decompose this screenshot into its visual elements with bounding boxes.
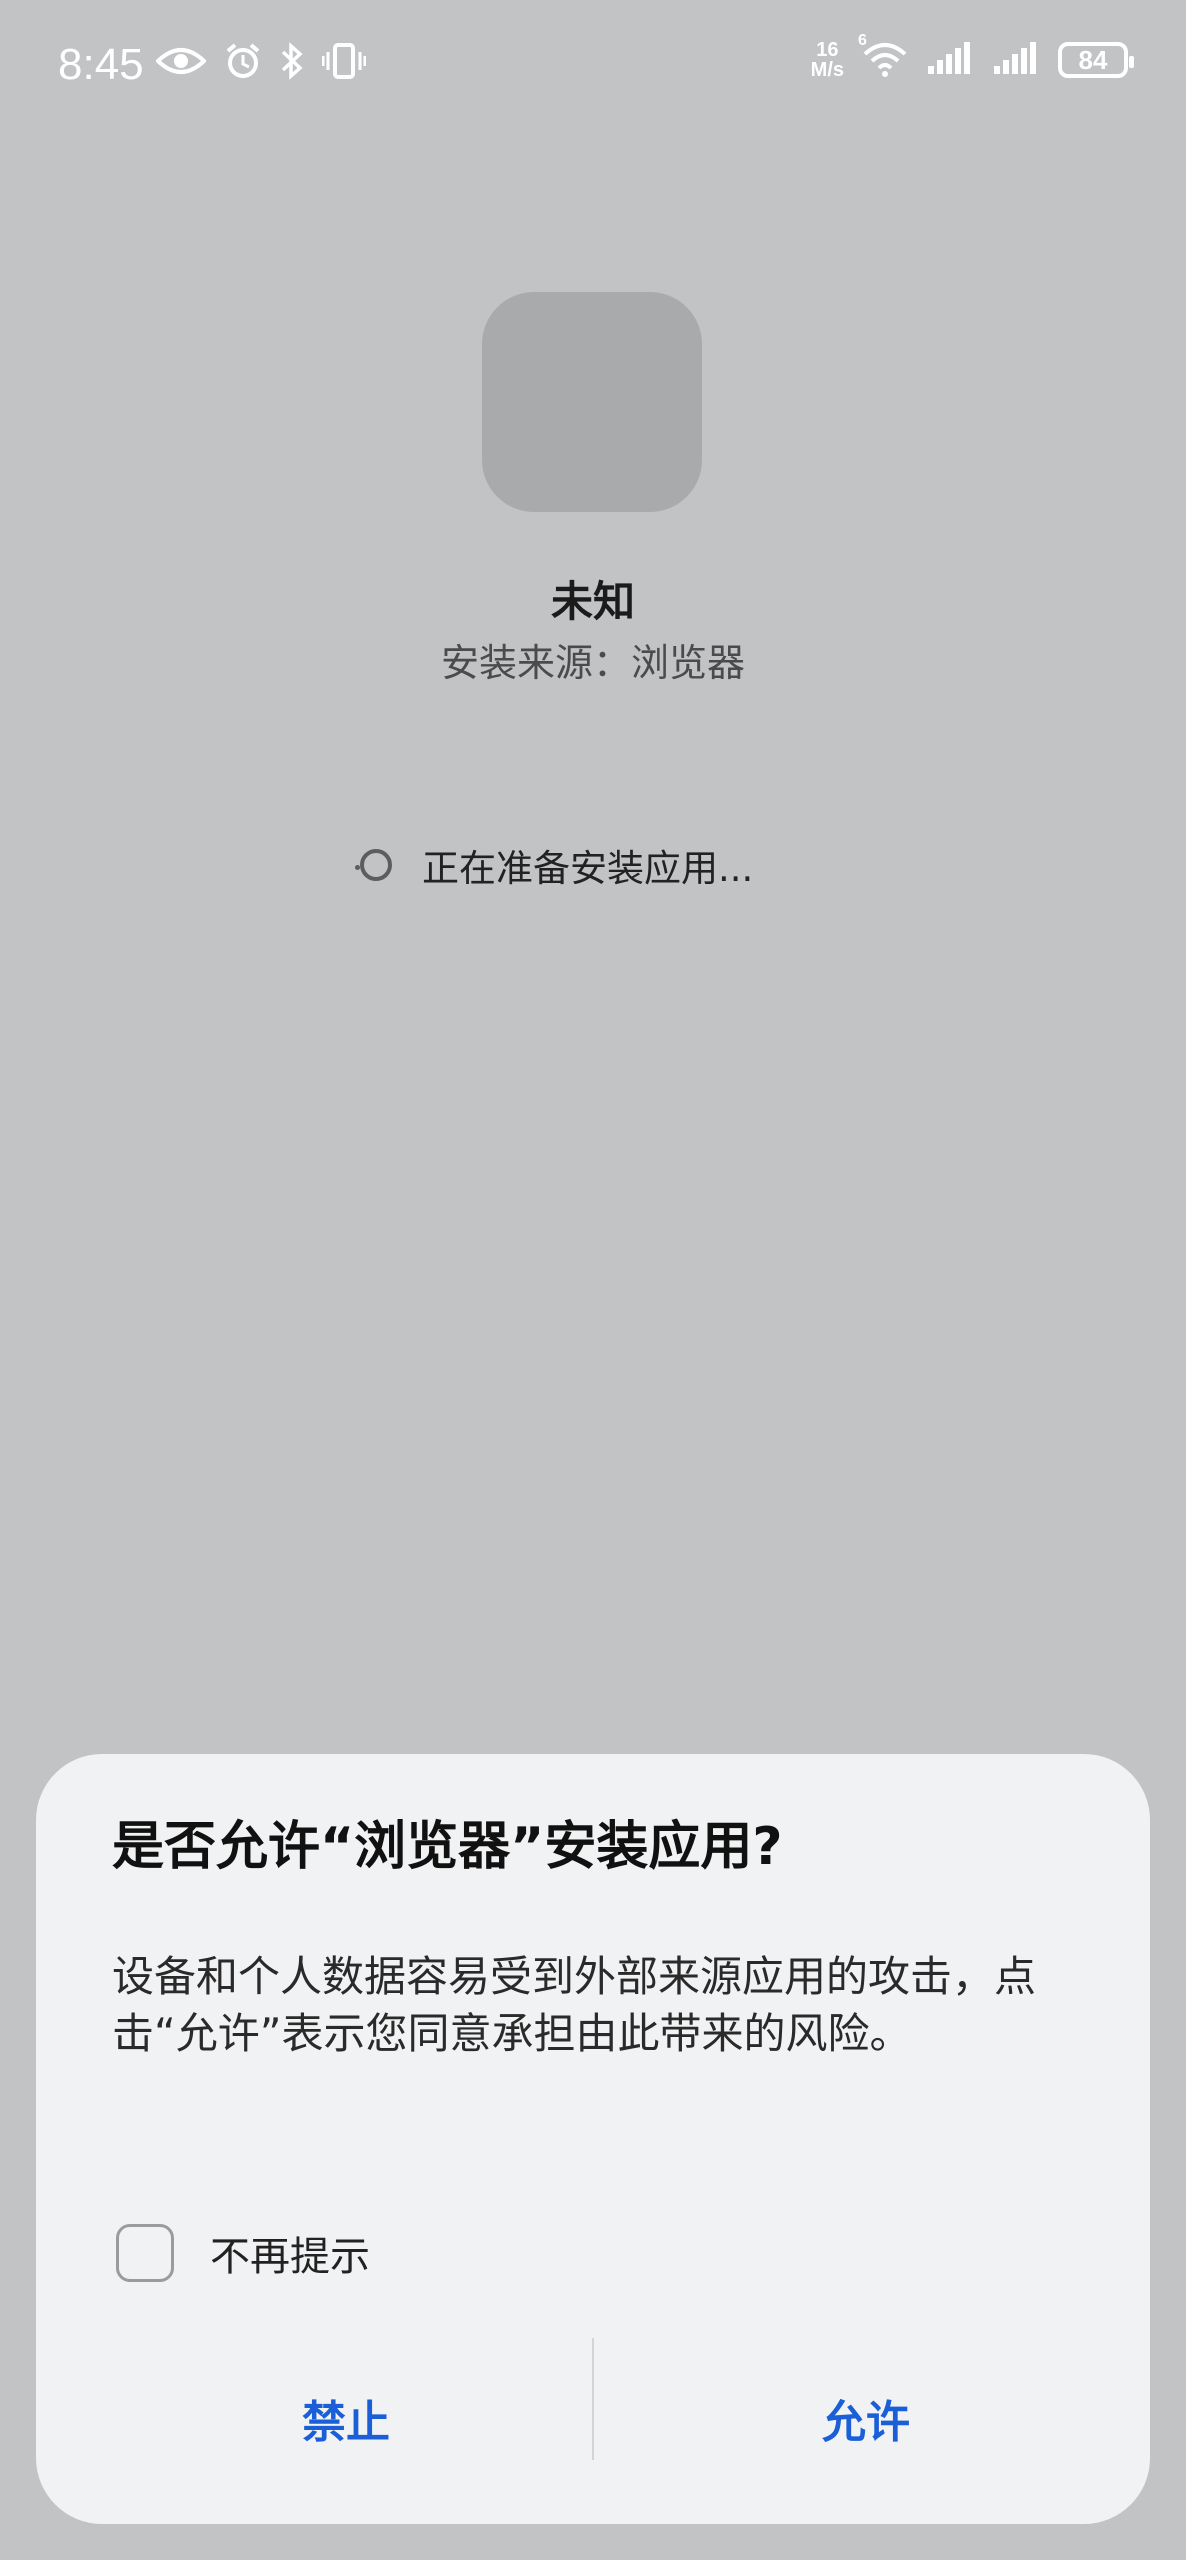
app-icon-placeholder [482, 292, 702, 512]
alarm-icon [224, 42, 262, 84]
signal-icon [992, 40, 1040, 80]
bluetooth-icon [280, 42, 304, 84]
preparing-status: 正在准备安装应用... [355, 838, 754, 892]
eye-icon [155, 45, 207, 81]
dont-show-again-label[interactable]: 不再提示 [210, 2224, 370, 2282]
app-name: 未知 [550, 577, 635, 626]
install-permission-dialog: 是否允许“浏览器”安装应用? 设备和个人数据容易受到外部来源应用的攻击，点击“允… [36, 1754, 1150, 2524]
loading-spinner-icon [355, 849, 392, 881]
clock: 8:45 [58, 40, 144, 89]
status-icons-right: 16 M/s 6 84 [810, 32, 1134, 82]
vibrate-icon [321, 42, 367, 84]
dont-show-again-row[interactable]: 不再提示 [116, 2224, 370, 2282]
wifi-icon: 6 [858, 32, 908, 82]
signal-icon [926, 40, 974, 80]
dont-show-again-checkbox[interactable] [116, 2224, 174, 2282]
deny-button[interactable]: 禁止 [86, 2378, 606, 2458]
dialog-message: 设备和个人数据容易受到外部来源应用的攻击，点击“允许”表示您同意承担由此带来的风… [112, 1952, 1037, 2058]
network-speed: 16 M/s [810, 39, 844, 81]
dialog-title: 是否允许“浏览器”安装应用? [112, 1817, 783, 1877]
preparing-text: 正在准备安装应用... [422, 847, 754, 890]
allow-button[interactable]: 允许 [606, 2378, 1126, 2458]
battery-icon: 84 [1058, 42, 1134, 78]
status-bar: 8:45 16 M/s 6 84 [0, 0, 1186, 136]
install-source: 安装来源：浏览器 [440, 641, 745, 685]
status-icons-left [155, 42, 367, 84]
button-divider [592, 2338, 594, 2460]
